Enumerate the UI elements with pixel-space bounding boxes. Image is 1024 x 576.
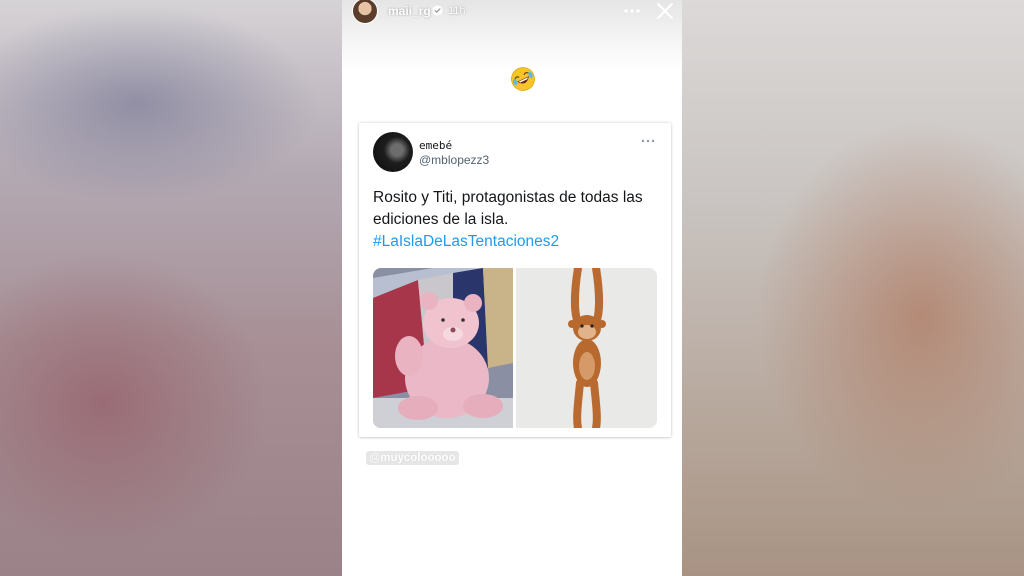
- blurred-backdrop-right: [682, 0, 1024, 576]
- monkey-toy-photo[interactable]: [516, 268, 657, 428]
- tweet-hashtag-link[interactable]: #LaIslaDeLasTentaciones2: [373, 231, 559, 253]
- tweet-body-text: Rosito y Titi, protagonistas de todas la…: [373, 189, 643, 228]
- rolling-laughing-emoji-icon: [511, 67, 535, 91]
- blurred-backdrop-left: [0, 0, 342, 576]
- more-options-icon[interactable]: [622, 4, 642, 18]
- tweet-display-name[interactable]: emebé: [419, 139, 452, 152]
- story-timestamp: 11h: [448, 5, 466, 17]
- tweet-card[interactable]: emebé @mblopezz3 Rosito y Titi, protagon…: [359, 123, 671, 437]
- verified-badge-icon: [432, 5, 443, 16]
- story-username[interactable]: maii_rg: [388, 4, 431, 18]
- story-header: maii_rg 11h: [342, 0, 682, 24]
- teddy-bear-photo[interactable]: [373, 268, 513, 428]
- tweet-media-grid: [373, 268, 657, 428]
- tweet-handle[interactable]: @mblopezz3: [419, 153, 489, 167]
- close-icon[interactable]: [656, 2, 674, 20]
- story-avatar[interactable]: [352, 0, 378, 24]
- story-mention-sticker[interactable]: @muycolooooo: [366, 451, 459, 465]
- tweet-more-icon[interactable]: [641, 138, 655, 144]
- tweet-author-avatar[interactable]: [373, 132, 413, 172]
- story-frame[interactable]: maii_rg 11h emebé @mblopezz3 Rosito y Ti…: [342, 0, 682, 576]
